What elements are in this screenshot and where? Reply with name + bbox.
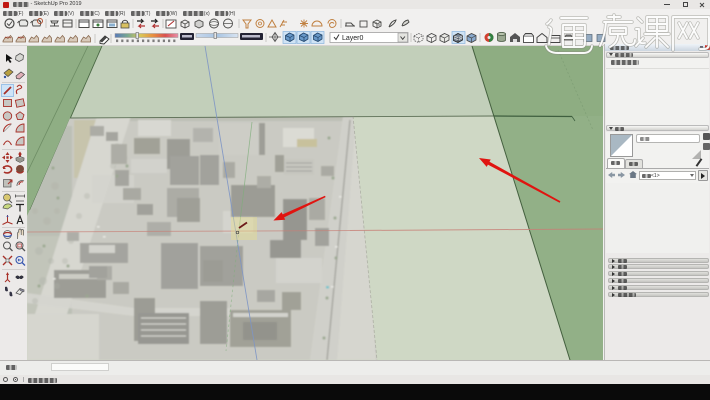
svg-text:Layer0: Layer0 <box>342 35 364 42</box>
